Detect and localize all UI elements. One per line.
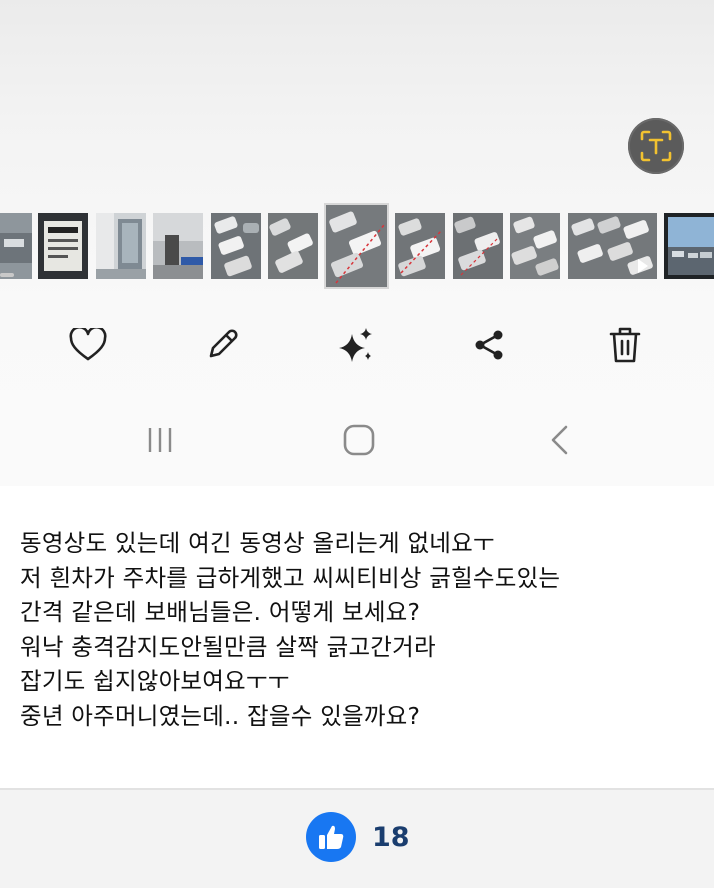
thumbnail[interactable] xyxy=(38,213,88,279)
thumbnail[interactable] xyxy=(211,213,261,279)
thumbnail-video[interactable] xyxy=(568,213,657,279)
sparkle-icon xyxy=(339,328,372,362)
home-icon xyxy=(343,424,375,456)
post-text-line: 저 흰차가 주차를 급하게했고 씨씨티비상 긁힐수도있는 xyxy=(20,563,561,592)
post-text-line: 워낙 충격감지도안될만큼 살짝 긁고간거라 xyxy=(20,632,436,661)
home-button[interactable] xyxy=(334,418,384,462)
heart-icon xyxy=(69,328,107,361)
thumbnail[interactable] xyxy=(395,213,445,279)
recent-apps-icon xyxy=(148,428,172,452)
share-button[interactable] xyxy=(462,318,516,372)
text-recognition-icon xyxy=(640,130,672,162)
post-text-line: 중년 아주머니였는데.. 잡을수 있을까요? xyxy=(20,701,421,730)
post-body: 동영상도 있는데 여긴 동영상 올리는게 없네요ㅜ 저 흰차가 주차를 급하게했… xyxy=(20,526,700,733)
delete-button[interactable] xyxy=(598,318,652,372)
thumbnail[interactable] xyxy=(268,213,318,279)
trash-icon xyxy=(609,327,641,363)
back-icon xyxy=(551,425,568,455)
favorite-button[interactable] xyxy=(61,318,115,372)
thumbnail-filmstrip[interactable] xyxy=(0,200,714,295)
thumbnail[interactable] xyxy=(153,213,203,279)
photo-action-bar xyxy=(0,318,714,372)
thumbnail[interactable] xyxy=(664,213,714,279)
like-count: 18 xyxy=(372,822,410,853)
post-text-line: 동영상도 있는데 여긴 동영상 올리는게 없네요ㅜ xyxy=(20,529,495,557)
edit-button[interactable] xyxy=(195,318,249,372)
post-text-line: 잡기도 쉽지않아보여요ㅜㅜ xyxy=(20,667,290,695)
text-recognition-button[interactable] xyxy=(628,118,684,174)
share-icon xyxy=(475,330,503,360)
thumbnail[interactable] xyxy=(453,213,503,279)
system-navigation-bar xyxy=(0,418,714,462)
thumbs-up-icon xyxy=(319,825,344,849)
pencil-icon xyxy=(209,329,238,358)
like-button[interactable] xyxy=(306,812,356,862)
post-text-line: 간격 같은데 보배님들은. 어떻게 보세요? xyxy=(20,598,421,626)
phone-screenshot xyxy=(0,0,714,486)
recent-apps-button[interactable] xyxy=(135,418,185,462)
thumbnail[interactable] xyxy=(0,213,32,279)
ai-enhance-button[interactable] xyxy=(329,318,383,372)
thumbnail-selected[interactable] xyxy=(326,205,387,287)
back-button[interactable] xyxy=(535,418,585,462)
thumbnail[interactable] xyxy=(96,213,146,279)
thumbnail[interactable] xyxy=(510,213,560,279)
reaction-bar: 18 xyxy=(0,790,714,888)
